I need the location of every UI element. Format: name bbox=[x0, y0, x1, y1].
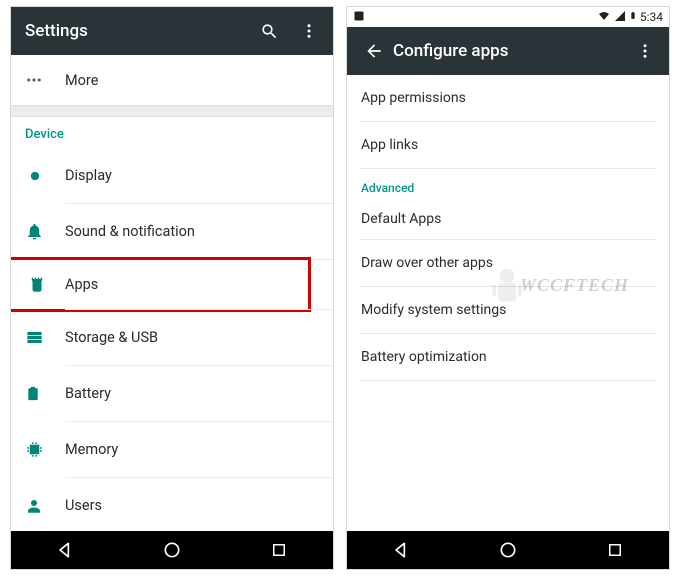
nav-home-icon[interactable] bbox=[455, 540, 561, 560]
toolbar-title: Configure apps bbox=[393, 41, 625, 61]
row-more[interactable]: More bbox=[11, 55, 333, 105]
screenshot-icon bbox=[353, 10, 365, 25]
row-label: Sound & notification bbox=[65, 223, 195, 240]
row-label: Display bbox=[65, 167, 112, 184]
user-icon bbox=[25, 497, 65, 515]
search-icon[interactable] bbox=[249, 11, 289, 51]
battery-status-icon bbox=[629, 9, 637, 25]
row-default-apps[interactable]: Default Apps bbox=[347, 199, 669, 239]
row-users[interactable]: Users bbox=[11, 478, 333, 531]
apps-icon bbox=[25, 276, 65, 294]
storage-icon bbox=[25, 328, 65, 347]
signal-icon bbox=[614, 10, 626, 25]
watermark-text: WCCFTECH bbox=[520, 275, 629, 296]
overflow-menu-icon[interactable] bbox=[625, 31, 665, 71]
toolbar: Configure apps bbox=[347, 27, 669, 75]
navigation-bar bbox=[11, 531, 333, 569]
row-label: Memory bbox=[65, 441, 118, 458]
back-arrow-icon[interactable] bbox=[355, 41, 393, 61]
row-label: Battery bbox=[65, 385, 111, 402]
row-display[interactable]: Display bbox=[11, 148, 333, 203]
battery-icon bbox=[25, 384, 65, 403]
nav-recent-icon[interactable] bbox=[226, 541, 332, 559]
row-apps[interactable]: Apps bbox=[11, 257, 311, 312]
row-app-links[interactable]: App links bbox=[347, 122, 669, 168]
settings-screen: Settings More Device Display bbox=[10, 6, 334, 570]
overflow-menu-icon[interactable] bbox=[289, 11, 329, 51]
display-icon bbox=[25, 166, 65, 186]
nav-home-icon[interactable] bbox=[119, 540, 225, 560]
more-icon bbox=[25, 71, 65, 89]
advanced-section-header: Advanced bbox=[347, 169, 669, 199]
row-battery[interactable]: Battery bbox=[11, 366, 333, 421]
wifi-icon bbox=[597, 10, 611, 25]
row-memory[interactable]: Memory bbox=[11, 422, 333, 477]
bell-icon bbox=[25, 222, 65, 241]
row-label: Apps bbox=[65, 276, 98, 293]
row-battery-optimization[interactable]: Battery optimization bbox=[347, 334, 669, 380]
navigation-bar bbox=[347, 531, 669, 569]
status-time: 5:34 bbox=[640, 10, 663, 24]
toolbar-title: Settings bbox=[25, 21, 249, 41]
row-label: More bbox=[65, 72, 98, 89]
row-app-permissions[interactable]: App permissions bbox=[347, 75, 669, 121]
row-label: Storage & USB bbox=[65, 329, 158, 346]
settings-list: More Device Display Sound & notification bbox=[11, 55, 333, 531]
row-label: Users bbox=[65, 497, 102, 514]
status-bar: 5:34 bbox=[347, 7, 669, 27]
section-divider bbox=[11, 105, 333, 117]
nav-recent-icon[interactable] bbox=[562, 541, 668, 559]
configure-list: App permissions App links Advanced Defau… bbox=[347, 75, 669, 531]
memory-icon bbox=[25, 440, 65, 459]
toolbar: Settings bbox=[11, 7, 333, 55]
configure-apps-screen: 5:34 Configure apps App permissions App … bbox=[346, 6, 670, 570]
device-section-header: Device bbox=[11, 117, 333, 148]
row-storage[interactable]: Storage & USB bbox=[11, 310, 333, 365]
nav-back-icon[interactable] bbox=[348, 540, 454, 560]
row-sound[interactable]: Sound & notification bbox=[11, 204, 333, 259]
nav-back-icon[interactable] bbox=[12, 540, 118, 560]
row-divider bbox=[361, 380, 655, 381]
